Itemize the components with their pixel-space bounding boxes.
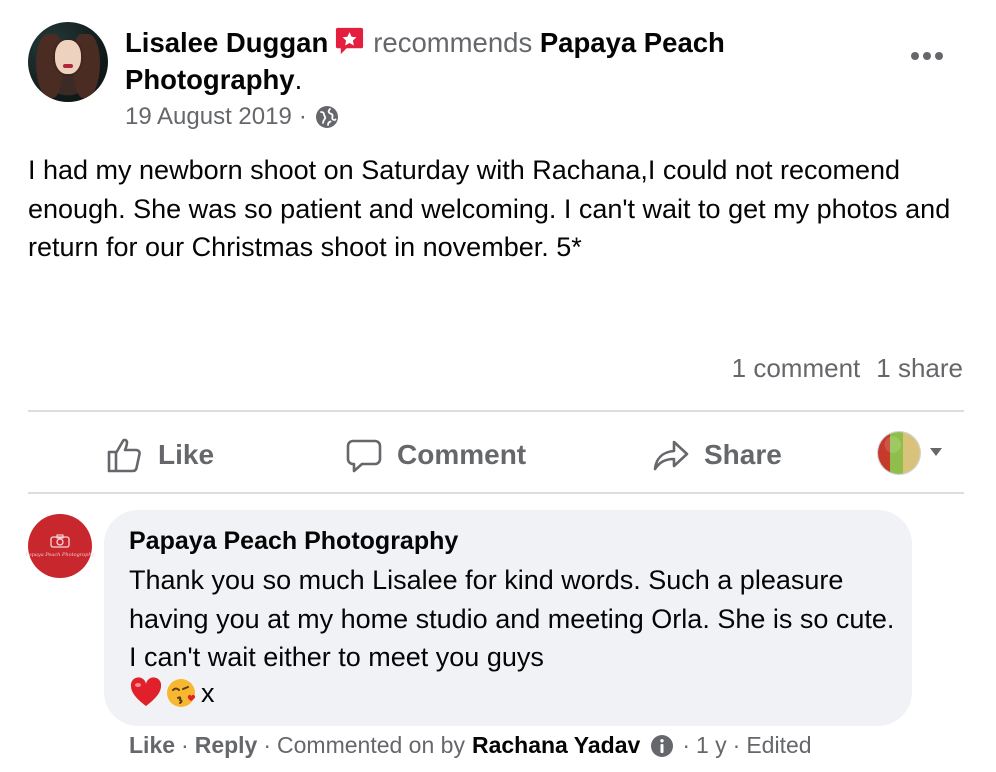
share-arrow-icon bbox=[653, 440, 689, 471]
divider-bottom bbox=[28, 492, 964, 494]
globe-icon bbox=[315, 106, 338, 128]
meta-dot: · bbox=[263, 732, 272, 758]
comment-age[interactable]: 1 y bbox=[696, 732, 727, 759]
comment-count[interactable]: 1 comment bbox=[732, 353, 861, 384]
comment-like-link[interactable]: Like bbox=[129, 732, 175, 759]
date-separator: · bbox=[298, 103, 307, 130]
comment-text: Thank you so much Lisalee for kind words… bbox=[129, 565, 895, 672]
caret-down-icon[interactable] bbox=[929, 447, 943, 457]
author-name[interactable]: Lisalee Duggan bbox=[125, 27, 328, 58]
more-options-icon[interactable] bbox=[910, 50, 944, 62]
post-body: I had my newborn shoot on Saturday with … bbox=[28, 155, 951, 262]
recommends-label: recommends bbox=[373, 27, 533, 58]
comment-emoji-row: x bbox=[129, 676, 215, 710]
engagement-stats: 1 comment 1 share bbox=[732, 353, 963, 384]
kiss-emoji-icon bbox=[167, 679, 196, 707]
like-button[interactable]: Like bbox=[106, 430, 214, 480]
responder-name[interactable]: Rachana Yadav bbox=[472, 732, 640, 759]
comment-reply-link[interactable]: Reply bbox=[195, 732, 258, 759]
like-label: Like bbox=[158, 439, 215, 470]
comment-author[interactable]: Papaya Peach Photography bbox=[129, 527, 458, 556]
meta-dot: · bbox=[732, 732, 741, 758]
info-icon[interactable] bbox=[650, 734, 674, 758]
posting-as-avatar[interactable] bbox=[878, 432, 920, 474]
edited-label[interactable]: Edited bbox=[746, 732, 811, 759]
like-thumb-icon bbox=[107, 438, 141, 473]
meta-dot: · bbox=[181, 732, 189, 758]
commented-on-by-label: Commented on by bbox=[277, 732, 465, 758]
comment-bubble-icon bbox=[346, 439, 382, 473]
divider-top bbox=[28, 410, 964, 412]
share-count[interactable]: 1 share bbox=[876, 353, 963, 384]
comment-meta-row: Like · Reply · Commented on by Rachana Y… bbox=[129, 732, 812, 759]
meta-dot: · bbox=[682, 732, 690, 758]
recommend-star-icon bbox=[336, 27, 364, 55]
camera-icon bbox=[50, 534, 70, 548]
comment-label: Comment bbox=[397, 439, 527, 470]
commenter-avatar[interactable]: Papaya Peach Photography bbox=[25, 514, 95, 578]
post-date-row: 19 August 2019 · bbox=[125, 103, 339, 131]
share-label: Share bbox=[704, 439, 782, 470]
heart-emoji-icon bbox=[130, 677, 162, 706]
post-date[interactable]: 19 August 2019 bbox=[125, 103, 292, 131]
header-period: . bbox=[294, 64, 303, 95]
author-avatar[interactable] bbox=[28, 22, 108, 102]
comment-button[interactable]: Comment bbox=[345, 430, 526, 480]
post-header: Lisalee Duggan recommends Papaya Peach P… bbox=[125, 24, 845, 98]
avatar-caption: Papaya Peach Photography bbox=[25, 552, 95, 558]
comment-text-suffix: x bbox=[201, 677, 215, 708]
share-button[interactable]: Share bbox=[652, 430, 782, 480]
